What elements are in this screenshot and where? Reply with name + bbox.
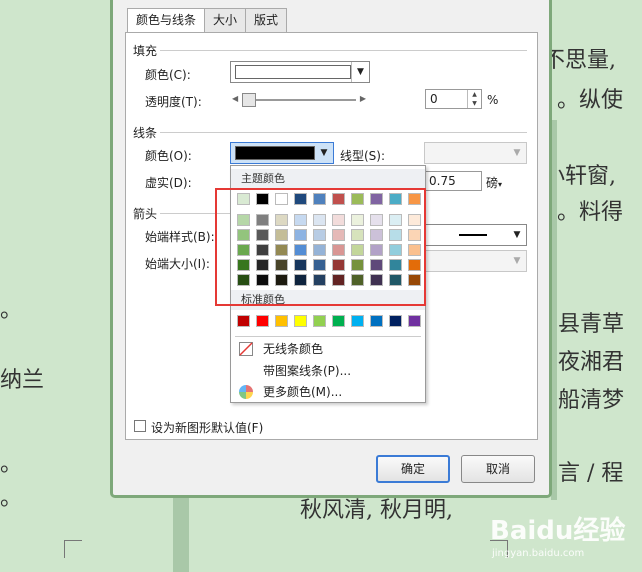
fill-color-dropdown[interactable]: ▼ bbox=[230, 61, 370, 83]
end-style-dropdown[interactable]: ▼ bbox=[424, 224, 527, 246]
end-size-dropdown[interactable]: ▼ bbox=[424, 250, 527, 272]
divider bbox=[160, 132, 527, 133]
document-text-line: 。 bbox=[0, 486, 23, 511]
line-color-label: 颜色(O): bbox=[145, 149, 192, 163]
line-weight-spinner[interactable]: 0.75 bbox=[424, 171, 482, 191]
document-shape bbox=[173, 495, 189, 572]
arrows-section-label: 箭头 bbox=[133, 207, 158, 221]
line-weight-value: 0.75 bbox=[429, 174, 456, 188]
patterned-lines-label: 带图案线条(P)... bbox=[263, 364, 352, 378]
tab-bar: 颜色与线条 大小 版式 bbox=[127, 8, 288, 33]
standard-color-swatch[interactable] bbox=[294, 315, 307, 327]
color-wheel-icon bbox=[239, 385, 253, 399]
document-text-line: 县青草 bbox=[558, 312, 625, 337]
document-text-line: 。纵使 bbox=[557, 88, 624, 113]
fill-section-label: 填充 bbox=[133, 44, 158, 58]
standard-color-swatch[interactable] bbox=[256, 315, 269, 327]
fill-color-label: 颜色(C): bbox=[145, 68, 191, 82]
chevron-down-icon: ▼ bbox=[513, 256, 521, 266]
line-style-label: 线型(S): bbox=[340, 149, 386, 163]
tab-colors-lines[interactable]: 颜色与线条 bbox=[127, 8, 206, 33]
tab-layout[interactable]: 版式 bbox=[245, 8, 288, 32]
standard-color-swatch[interactable] bbox=[408, 315, 421, 327]
spin-arrows-icon[interactable]: ▲ ▼ bbox=[467, 90, 481, 108]
unit-text: 磅 bbox=[486, 176, 499, 190]
line-color-swatch bbox=[235, 146, 315, 160]
document-text-line: 船清梦 bbox=[558, 388, 625, 413]
chevron-down-icon: ▾ bbox=[498, 180, 503, 189]
no-color-icon bbox=[239, 342, 253, 356]
slider-right-arrow-icon[interactable]: ▶ bbox=[360, 94, 366, 103]
chevron-down-icon: ▼ bbox=[513, 148, 521, 158]
watermark-url: jingyan.baidu.com bbox=[492, 548, 585, 559]
percent-unit: % bbox=[487, 93, 499, 107]
document-text-line: 。 bbox=[0, 452, 23, 477]
slider-thumb[interactable] bbox=[242, 93, 256, 107]
slider-track bbox=[242, 99, 356, 101]
slider-left-arrow-icon[interactable]: ◀ bbox=[232, 94, 238, 103]
standard-color-swatch[interactable] bbox=[351, 315, 364, 327]
baidu-watermark: Baidu经验 jingyan.baidu.com bbox=[488, 510, 638, 570]
begin-style-label: 始端样式(B): bbox=[145, 230, 215, 244]
document-text-line: 不思量, bbox=[543, 48, 616, 73]
transparency-label: 透明度(T): bbox=[145, 95, 202, 109]
theme-colors-header: 主题颜色 bbox=[231, 169, 425, 189]
standard-color-swatch[interactable] bbox=[237, 315, 250, 327]
document-text-line: 纳兰 bbox=[0, 368, 45, 393]
document-text-line: 夜湘君 bbox=[558, 350, 625, 375]
document-text-line: 言 / 程 bbox=[558, 461, 624, 486]
divider bbox=[160, 50, 527, 51]
transparency-spinner[interactable]: 0 ▲ ▼ bbox=[425, 89, 482, 109]
set-default-checkbox[interactable] bbox=[134, 420, 146, 432]
crop-mark bbox=[64, 540, 82, 558]
watermark-text: Baidu经验 bbox=[490, 516, 626, 546]
document-text-line: 。 bbox=[0, 298, 23, 323]
document-text-line: 。料得 bbox=[557, 200, 624, 225]
more-colors-item[interactable]: 更多颜色(M)... bbox=[231, 381, 425, 403]
no-line-color-label: 无线条颜色 bbox=[263, 342, 324, 356]
patterned-lines-item[interactable]: 带图案线条(P)... bbox=[231, 360, 425, 382]
transparency-value: 0 bbox=[430, 92, 438, 106]
chevron-down-icon: ▼ bbox=[513, 230, 521, 240]
set-default-label: 设为新图形默认值(F) bbox=[151, 421, 264, 435]
standard-color-swatch[interactable] bbox=[332, 315, 345, 327]
line-section-label: 线条 bbox=[133, 126, 158, 140]
no-line-color-item[interactable]: 无线条颜色 bbox=[231, 338, 425, 360]
standard-color-swatch[interactable] bbox=[389, 315, 402, 327]
line-preview bbox=[459, 234, 487, 236]
line-color-dropdown[interactable]: ▼ bbox=[230, 142, 334, 164]
standard-color-swatch[interactable] bbox=[313, 315, 326, 327]
standard-colors-row bbox=[237, 315, 421, 327]
fill-color-swatch bbox=[235, 65, 351, 79]
divider bbox=[235, 336, 421, 337]
annotation-highlight-box bbox=[215, 188, 426, 306]
line-weight-unit[interactable]: 磅▾ bbox=[486, 174, 502, 191]
cancel-button[interactable]: 取消 bbox=[461, 455, 535, 483]
standard-color-swatch[interactable] bbox=[370, 315, 383, 327]
dash-label: 虚实(D): bbox=[145, 176, 192, 190]
more-colors-label: 更多颜色(M)... bbox=[263, 385, 343, 399]
line-style-dropdown[interactable]: ▼ bbox=[424, 142, 527, 164]
chevron-down-icon: ▼ bbox=[351, 62, 369, 82]
ok-button[interactable]: 确定 bbox=[376, 455, 450, 483]
transparency-slider[interactable]: ◀ ▶ bbox=[230, 92, 368, 108]
tab-size[interactable]: 大小 bbox=[204, 8, 247, 32]
chevron-down-icon: ▼ bbox=[320, 148, 328, 158]
standard-color-swatch[interactable] bbox=[275, 315, 288, 327]
begin-size-label: 始端大小(I): bbox=[145, 257, 210, 271]
